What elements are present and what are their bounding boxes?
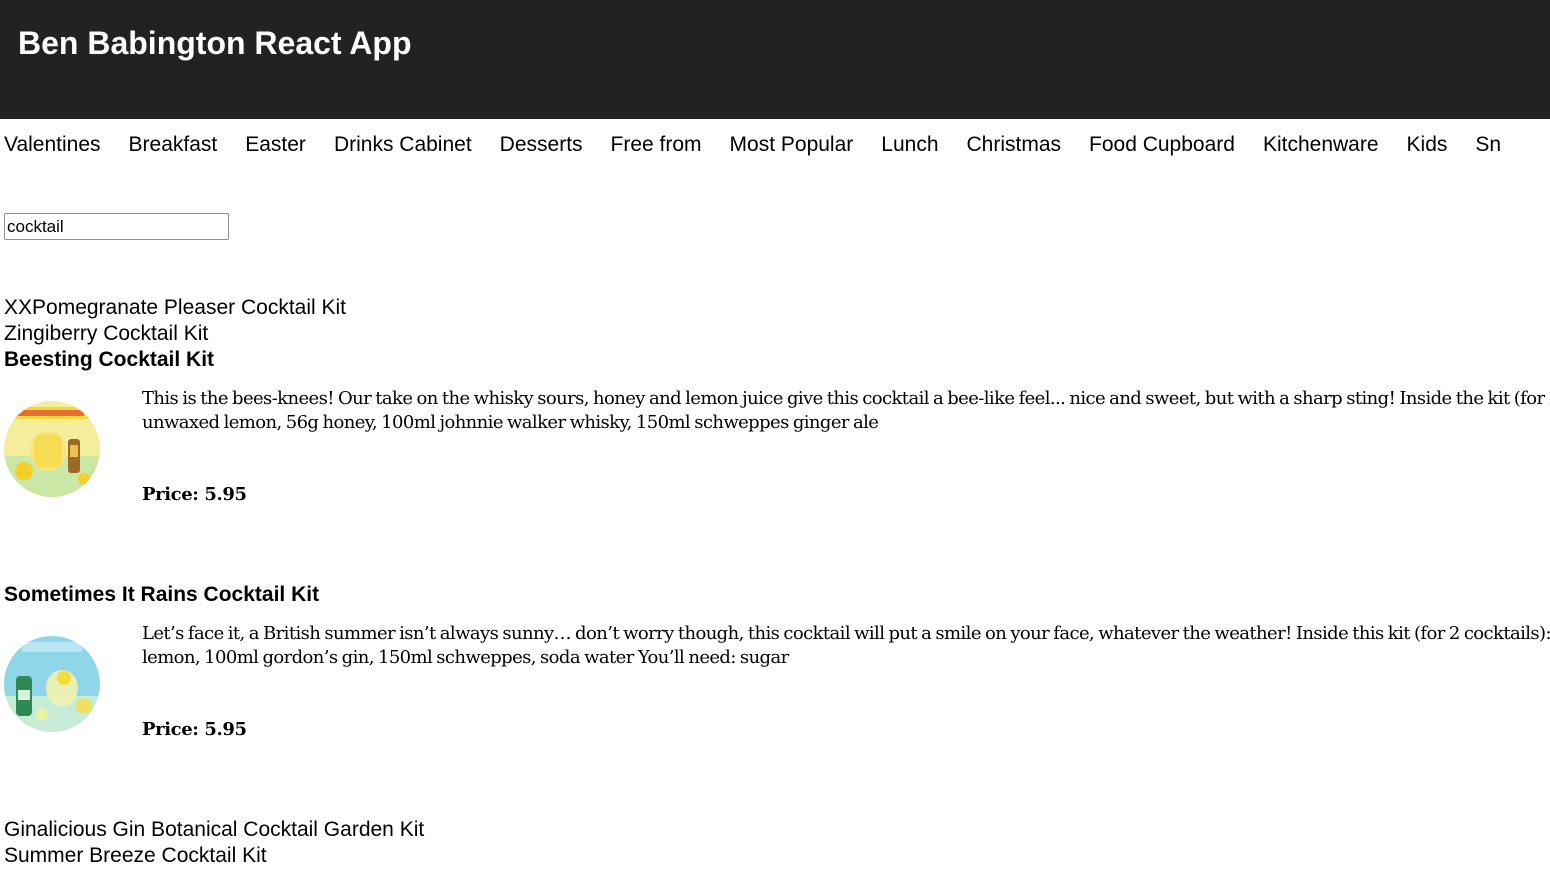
category-nav: Valentines Breakfast Easter Drinks Cabinet D…	[0, 131, 1550, 161]
nav-item-most-popular[interactable]: Most Popular	[730, 131, 854, 159]
product-price: Price: 5.95	[142, 484, 247, 505]
product-image	[4, 636, 100, 732]
result-title[interactable]: Summer Breeze Cocktail Kit	[4, 843, 1550, 869]
nav-item-christmas[interactable]: Christmas	[967, 131, 1062, 159]
product-title[interactable]: Sometimes It Rains Cocktail Kit	[4, 582, 1550, 608]
product-title[interactable]: Beesting Cocktail Kit	[4, 347, 1550, 373]
product-image	[4, 401, 100, 497]
product-card: Let’s face it, a British summer isn’t al…	[4, 608, 1550, 817]
app-title: Ben Babington React App	[18, 25, 412, 61]
result-title[interactable]: Zingiberry Cocktail Kit	[4, 321, 1550, 347]
result-title[interactable]: Ginalicious Gin Botanical Cocktail Garde…	[4, 817, 1550, 843]
nav-item-free-from[interactable]: Free from	[611, 131, 702, 159]
nav-item-easter[interactable]: Easter	[245, 131, 306, 159]
result-title[interactable]: XXPomegranate Pleaser Cocktail Kit	[4, 295, 1550, 321]
nav-item-kitchenware[interactable]: Kitchenware	[1263, 131, 1379, 159]
nav-item-desserts[interactable]: Desserts	[500, 131, 583, 159]
cocktail-image-icon	[4, 636, 100, 732]
nav-item-kids[interactable]: Kids	[1407, 131, 1448, 159]
results-list: XXPomegranate Pleaser Cocktail Kit Zingi…	[4, 295, 1550, 869]
product-description: Let’s face it, a British summer isn’t al…	[142, 623, 1550, 668]
nav-item-valentines[interactable]: Valentines	[4, 131, 101, 159]
app-header: Ben Babington React App	[0, 0, 1550, 119]
nav-item-food-cupboard[interactable]: Food Cupboard	[1089, 131, 1235, 159]
nav-item-snacks[interactable]: Sn	[1475, 131, 1501, 159]
nav-item-lunch[interactable]: Lunch	[881, 131, 938, 159]
nav-item-drinks-cabinet[interactable]: Drinks Cabinet	[334, 131, 472, 159]
nav-item-breakfast[interactable]: Breakfast	[129, 131, 218, 159]
cocktail-image-icon	[4, 401, 100, 497]
product-card: This is the bees-knees! Our take on the …	[4, 373, 1550, 582]
product-description: This is the bees-knees! Our take on the …	[142, 388, 1550, 433]
search-input[interactable]	[4, 213, 229, 240]
product-price: Price: 5.95	[142, 719, 247, 740]
